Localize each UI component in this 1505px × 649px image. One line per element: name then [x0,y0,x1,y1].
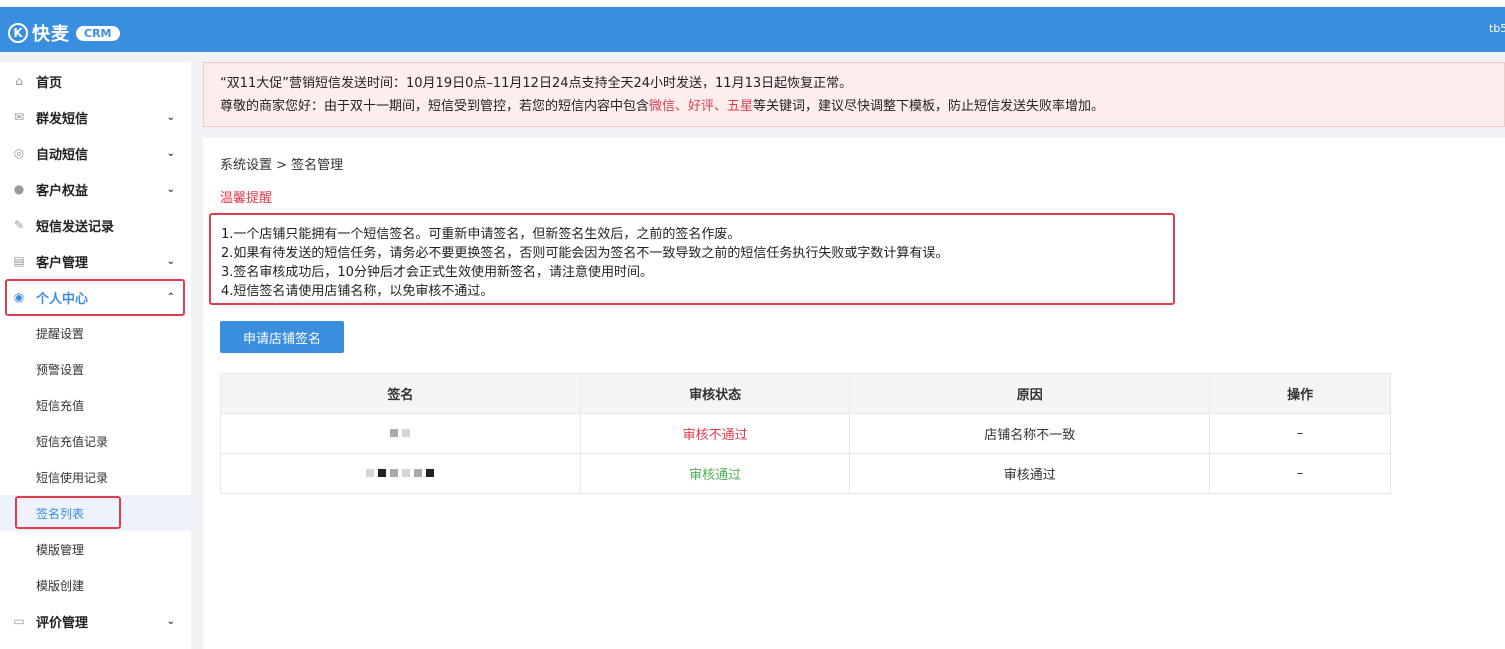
comment-icon: ▭ [13,614,25,628]
sub-item-reminder-settings[interactable]: 提醒设置 [0,315,191,351]
table-row: 审核通过 审核通过 – [220,453,1391,494]
sidebar-item-label: 首页 [36,75,63,91]
sidebar-item-label: 客户权益 [36,183,89,199]
sidebar-item-customer-rights[interactable]: ● 客户权益 ⌄ [0,171,191,207]
sub-item-template-management[interactable]: 模版管理 [0,531,191,567]
redacted-signature [388,426,412,441]
sidebar-item-customer-management[interactable]: ▤ 客户管理 ⌄ [0,243,191,279]
sidebar-item-label: 客户管理 [36,255,89,271]
sidebar-item-mass-sms[interactable]: ✉ 群发短信 ⌄ [0,99,191,135]
sub-item-alert-settings[interactable]: 预警设置 [0,351,191,387]
apply-signature-button[interactable]: 申请店铺签名 [220,321,344,353]
action-cell: – [1209,453,1391,494]
sidebar-item-label: 自动短信 [36,147,89,163]
tip-title: 温馨提醒 [220,191,273,206]
notice-line-2: 尊敬的商家您好：由于双十一期间，短信受到管控，若您的短信内容中包含微信、好评、五… [220,95,1504,118]
sub-item-template-create[interactable]: 模版创建 [0,567,191,603]
crm-badge: CRM [76,25,120,41]
home-icon: ⌂ [15,74,23,88]
top-bar: K 快麦 CRM tb5 [0,0,1505,52]
record-icon: ✎ [13,218,25,232]
reason-cell: 审核通过 [849,453,1211,494]
mail-icon: ✉ [13,110,25,124]
status-cell: 审核通过 [579,453,851,494]
tip-line: 2.如果有待发送的短信任务，请务必不要更换签名，否则可能会因为签名不一致导致之前… [221,246,949,261]
signature-cell [220,453,581,494]
tip-line: 1.一个店铺只能拥有一个短信签名。可重新申请签名，但新签名生效后，之前的签名作废… [221,227,741,242]
logo[interactable]: K 快麦 CRM [8,20,120,46]
notice-text: 尊敬的商家您好：由于双十一期间，短信受到管控，若您的短信内容中包含 [220,99,650,114]
logo-text: 快麦 [32,24,70,45]
table-row: 审核不通过 店铺名称不一致 – [220,413,1391,454]
signature-table: 签名 审核状态 原因 操作 审核不通过 店铺名称不一致 – 审核通过 审核通过 [220,373,1391,494]
logo-k-icon: K [8,23,28,43]
id-card-icon: ▤ [13,254,25,268]
breadcrumb: 系统设置 > 签名管理 [220,158,344,173]
column-header: 审核状态 [579,373,851,414]
signature-cell [220,413,581,454]
table-header-row: 签名 审核状态 原因 操作 [220,373,1391,414]
chevron-down-icon: ⌄ [166,183,175,195]
auto-sms-icon: ◎ [13,146,25,160]
sidebar-item-home[interactable]: ⌂ 首页 [0,63,191,99]
sidebar-item-label: 短信发送记录 [36,219,115,235]
action-cell: – [1209,413,1391,454]
reason-cell: 店铺名称不一致 [849,413,1211,454]
notice-keywords: 微信、好评、五星 [649,99,754,114]
sidebar-item-review-management[interactable]: ▭ 评价管理 ⌄ [0,603,191,639]
chevron-down-icon: ⌄ [166,615,175,627]
sidebar-item-label: 评价管理 [36,615,89,631]
redacted-signature [364,466,436,481]
chevron-down-icon: ⌄ [166,111,175,123]
column-header: 签名 [220,373,581,414]
sidebar-item-label: 群发短信 [36,111,89,127]
sub-item-sms-recharge[interactable]: 短信充值 [0,387,191,423]
sub-item-recharge-records[interactable]: 短信充值记录 [0,423,191,459]
user-name[interactable]: tb5 [1489,22,1505,35]
notice-line-1: “双11大促”营销短信发送时间：10月19日0点–11月12日24点支持全天24… [220,76,853,91]
notice-banner: “双11大促”营销短信发送时间：10月19日0点–11月12日24点支持全天24… [203,62,1505,127]
tip-box: 1.一个店铺只能拥有一个短信签名。可重新申请签名，但新签名生效后，之前的签名作废… [209,213,1175,305]
tip-line: 4.短信签名请使用店铺名称，以免审核不通过。 [221,284,494,299]
user-icon: ● [13,182,25,196]
chevron-down-icon: ⌄ [166,255,175,267]
notice-text: 等关键词，建议尽快调整下模板，防止短信发送失败率增加。 [753,99,1105,114]
column-header: 操作 [1209,373,1391,414]
highlight-outline [15,496,121,529]
column-header: 原因 [849,373,1211,414]
main-panel: 系统设置 > 签名管理 温馨提醒 1.一个店铺只能拥有一个短信签名。可重新申请签… [203,138,1505,649]
tip-line: 3.签名审核成功后，10分钟后才会正式生效使用新签名，请注意使用时间。 [221,265,653,280]
chevron-down-icon: ⌄ [166,147,175,159]
sidebar-item-auto-sms[interactable]: ◎ 自动短信 ⌄ [0,135,191,171]
highlight-outline [5,279,185,316]
status-cell: 审核不通过 [579,413,851,454]
sub-item-usage-records[interactable]: 短信使用记录 [0,459,191,495]
sidebar-item-sms-records[interactable]: ✎ 短信发送记录 [0,207,191,243]
sidebar: ⌂ 首页 ✉ 群发短信 ⌄ ◎ 自动短信 ⌄ ● 客户权益 ⌄ ✎ 短信发送记录… [0,62,191,649]
